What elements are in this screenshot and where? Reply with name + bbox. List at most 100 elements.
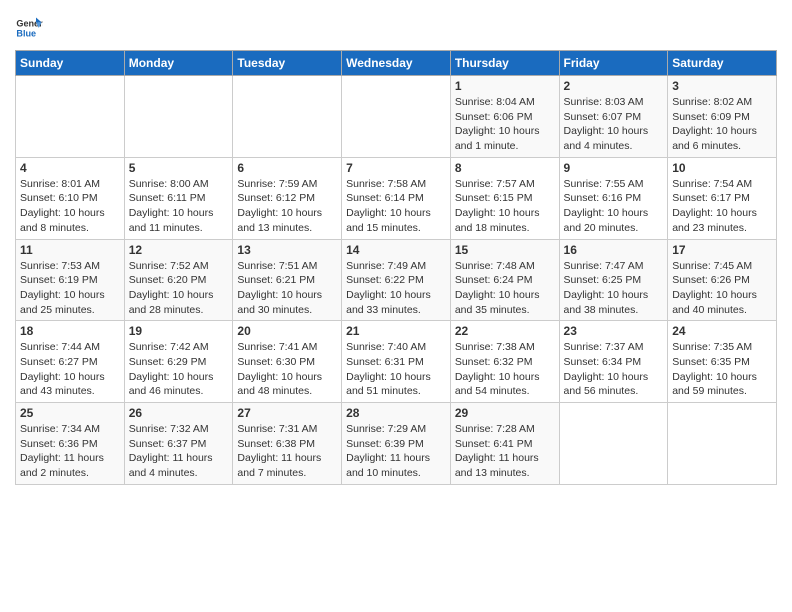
- day-cell: [342, 76, 451, 158]
- day-cell: 1 Sunrise: 8:04 AM Sunset: 6:06 PM Daylig…: [450, 76, 559, 158]
- day-cell: 13Sunrise: 7:51 AM Sunset: 6:21 PM Dayli…: [233, 239, 342, 321]
- day-cell: [668, 403, 777, 485]
- day-number: 21: [346, 324, 446, 338]
- day-cell: 29 Sunrise: 7:28 AM Sunset: 6:41 PM Dayli…: [450, 403, 559, 485]
- day-number: 27: [237, 406, 337, 420]
- day-number: 22: [455, 324, 555, 338]
- day-number: 5: [129, 161, 229, 175]
- day-info: Sunrise: 7:35 AM Sunset: 6:35 PM Dayligh…: [672, 340, 772, 399]
- day-number: 19: [129, 324, 229, 338]
- week-row-3: 18 Sunrise: 7:44 AM Sunset: 6:27 PM Dayli…: [16, 321, 777, 403]
- day-info: Sunrise: 7:32 AM Sunset: 6:37 PM Dayligh…: [129, 422, 229, 481]
- day-info: Sunrise: 7:44 AM Sunset: 6:27 PM Dayligh…: [20, 340, 120, 399]
- day-cell: 10 Sunrise: 7:54 AM Sunset: 6:17 PM Dayli…: [668, 157, 777, 239]
- day-cell: [233, 76, 342, 158]
- day-info: Sunrise: 8:01 AM Sunset: 6:10 PM Dayligh…: [20, 177, 120, 236]
- day-info: Sunrise: 7:53 AM Sunset: 6:19 PM Dayligh…: [20, 259, 120, 318]
- day-number: 12: [129, 243, 229, 257]
- day-info: Sunrise: 7:34 AM Sunset: 6:36 PM Dayligh…: [20, 422, 120, 481]
- day-cell: 26 Sunrise: 7:32 AM Sunset: 6:37 PM Dayli…: [124, 403, 233, 485]
- day-cell: 6 Sunrise: 7:59 AM Sunset: 6:12 PM Daylig…: [233, 157, 342, 239]
- day-info: Sunrise: 8:03 AM Sunset: 6:07 PM Dayligh…: [564, 95, 664, 154]
- day-header-friday: Friday: [559, 51, 668, 76]
- day-cell: 22 Sunrise: 7:38 AM Sunset: 6:32 PM Dayli…: [450, 321, 559, 403]
- day-info: Sunrise: 7:57 AM Sunset: 6:15 PM Dayligh…: [455, 177, 555, 236]
- day-cell: 3 Sunrise: 8:02 AM Sunset: 6:09 PM Daylig…: [668, 76, 777, 158]
- day-cell: 21 Sunrise: 7:40 AM Sunset: 6:31 PM Dayli…: [342, 321, 451, 403]
- day-header-monday: Monday: [124, 51, 233, 76]
- day-number: 28: [346, 406, 446, 420]
- week-row-2: 11 Sunrise: 7:53 AM Sunset: 6:19 PM Dayli…: [16, 239, 777, 321]
- day-info: Sunrise: 7:52 AM Sunset: 6:20 PM Dayligh…: [129, 259, 229, 318]
- day-cell: 27 Sunrise: 7:31 AM Sunset: 6:38 PM Dayli…: [233, 403, 342, 485]
- day-header-saturday: Saturday: [668, 51, 777, 76]
- day-cell: [124, 76, 233, 158]
- day-number: 26: [129, 406, 229, 420]
- day-number: 10: [672, 161, 772, 175]
- day-info: Sunrise: 7:49 AM Sunset: 6:22 PM Dayligh…: [346, 259, 446, 318]
- day-cell: 9 Sunrise: 7:55 AM Sunset: 6:16 PM Daylig…: [559, 157, 668, 239]
- day-info: Sunrise: 8:02 AM Sunset: 6:09 PM Dayligh…: [672, 95, 772, 154]
- day-number: 6: [237, 161, 337, 175]
- day-info: Sunrise: 8:00 AM Sunset: 6:11 PM Dayligh…: [129, 177, 229, 236]
- day-cell: 18 Sunrise: 7:44 AM Sunset: 6:27 PM Dayli…: [16, 321, 125, 403]
- day-number: 8: [455, 161, 555, 175]
- day-cell: 11 Sunrise: 7:53 AM Sunset: 6:19 PM Dayli…: [16, 239, 125, 321]
- day-cell: 7 Sunrise: 7:58 AM Sunset: 6:14 PM Daylig…: [342, 157, 451, 239]
- day-info: Sunrise: 7:38 AM Sunset: 6:32 PM Dayligh…: [455, 340, 555, 399]
- day-cell: 20 Sunrise: 7:41 AM Sunset: 6:30 PM Dayli…: [233, 321, 342, 403]
- day-cell: [559, 403, 668, 485]
- day-info: Sunrise: 7:42 AM Sunset: 6:29 PM Dayligh…: [129, 340, 229, 399]
- day-number: 7: [346, 161, 446, 175]
- week-row-0: 1 Sunrise: 8:04 AM Sunset: 6:06 PM Daylig…: [16, 76, 777, 158]
- day-info: Sunrise: 7:59 AM Sunset: 6:12 PM Dayligh…: [237, 177, 337, 236]
- day-cell: 15Sunrise: 7:48 AM Sunset: 6:24 PM Dayli…: [450, 239, 559, 321]
- day-cell: 4 Sunrise: 8:01 AM Sunset: 6:10 PM Daylig…: [16, 157, 125, 239]
- week-row-1: 4 Sunrise: 8:01 AM Sunset: 6:10 PM Daylig…: [16, 157, 777, 239]
- day-number: 29: [455, 406, 555, 420]
- day-cell: 12 Sunrise: 7:52 AM Sunset: 6:20 PM Dayli…: [124, 239, 233, 321]
- day-number: 24: [672, 324, 772, 338]
- day-info: Sunrise: 8:04 AM Sunset: 6:06 PM Dayligh…: [455, 95, 555, 154]
- day-number: 16: [564, 243, 664, 257]
- day-cell: 14 Sunrise: 7:49 AM Sunset: 6:22 PM Dayli…: [342, 239, 451, 321]
- day-cell: 2 Sunrise: 8:03 AM Sunset: 6:07 PM Daylig…: [559, 76, 668, 158]
- day-cell: 24 Sunrise: 7:35 AM Sunset: 6:35 PM Dayli…: [668, 321, 777, 403]
- day-number: 14: [346, 243, 446, 257]
- day-number: 18: [20, 324, 120, 338]
- day-number: 25: [20, 406, 120, 420]
- day-info: Sunrise: 7:58 AM Sunset: 6:14 PM Dayligh…: [346, 177, 446, 236]
- day-number: 17: [672, 243, 772, 257]
- svg-text:Blue: Blue: [16, 28, 36, 38]
- day-number: 9: [564, 161, 664, 175]
- day-cell: 16Sunrise: 7:47 AM Sunset: 6:25 PM Dayli…: [559, 239, 668, 321]
- calendar-header-row: SundayMondayTuesdayWednesdayThursdayFrid…: [16, 51, 777, 76]
- day-cell: [16, 76, 125, 158]
- day-info: Sunrise: 7:31 AM Sunset: 6:38 PM Dayligh…: [237, 422, 337, 481]
- day-number: 2: [564, 79, 664, 93]
- day-cell: 5 Sunrise: 8:00 AM Sunset: 6:11 PM Daylig…: [124, 157, 233, 239]
- day-info: Sunrise: 7:55 AM Sunset: 6:16 PM Dayligh…: [564, 177, 664, 236]
- day-header-wednesday: Wednesday: [342, 51, 451, 76]
- week-row-4: 25 Sunrise: 7:34 AM Sunset: 6:36 PM Dayli…: [16, 403, 777, 485]
- day-info: Sunrise: 7:29 AM Sunset: 6:39 PM Dayligh…: [346, 422, 446, 481]
- day-number: 4: [20, 161, 120, 175]
- day-number: 20: [237, 324, 337, 338]
- day-info: Sunrise: 7:41 AM Sunset: 6:30 PM Dayligh…: [237, 340, 337, 399]
- day-cell: 19 Sunrise: 7:42 AM Sunset: 6:29 PM Dayli…: [124, 321, 233, 403]
- day-number: 1: [455, 79, 555, 93]
- logo-icon: General Blue: [15, 14, 43, 42]
- day-info: Sunrise: 7:40 AM Sunset: 6:31 PM Dayligh…: [346, 340, 446, 399]
- day-cell: 17 Sunrise: 7:45 AM Sunset: 6:26 PM Dayli…: [668, 239, 777, 321]
- day-number: 13: [237, 243, 337, 257]
- logo: General Blue: [15, 14, 45, 42]
- day-cell: 23Sunrise: 7:37 AM Sunset: 6:34 PM Dayli…: [559, 321, 668, 403]
- day-number: 3: [672, 79, 772, 93]
- day-info: Sunrise: 7:45 AM Sunset: 6:26 PM Dayligh…: [672, 259, 772, 318]
- day-header-tuesday: Tuesday: [233, 51, 342, 76]
- day-cell: 28 Sunrise: 7:29 AM Sunset: 6:39 PM Dayli…: [342, 403, 451, 485]
- day-info: Sunrise: 7:54 AM Sunset: 6:17 PM Dayligh…: [672, 177, 772, 236]
- day-info: Sunrise: 7:28 AM Sunset: 6:41 PM Dayligh…: [455, 422, 555, 481]
- day-number: 11: [20, 243, 120, 257]
- day-header-thursday: Thursday: [450, 51, 559, 76]
